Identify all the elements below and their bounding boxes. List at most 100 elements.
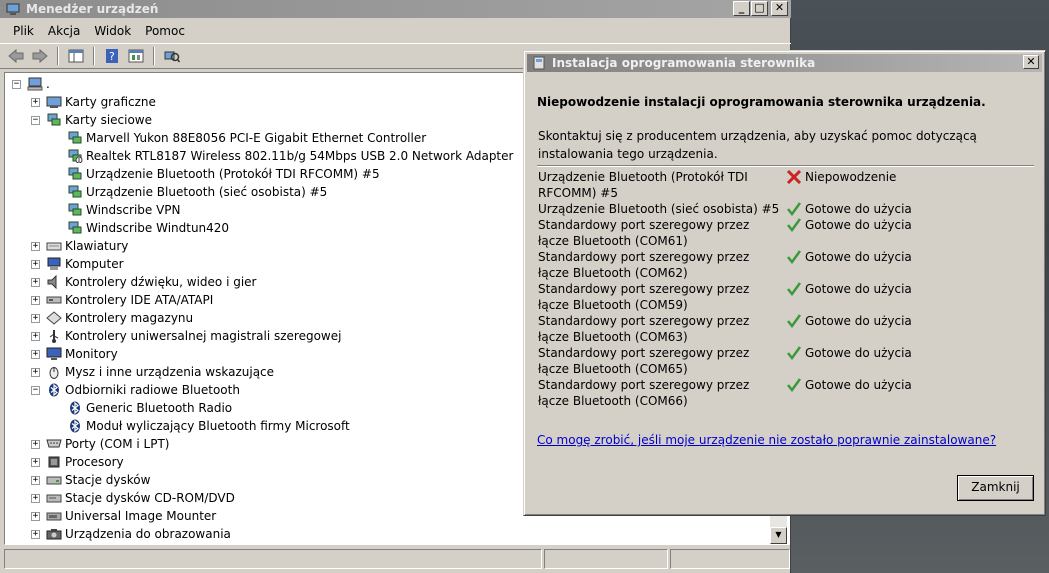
close-dialog-button[interactable]: Zamknij <box>957 475 1034 501</box>
tree-category[interactable]: − Odbiorniki radiowe Bluetooth <box>31 381 240 399</box>
result-status: Gotowe do użycia <box>785 201 912 217</box>
window-title: Menedżer urządzeń <box>26 2 159 16</box>
bluetooth-icon <box>67 400 83 416</box>
expand-toggle[interactable]: + <box>31 313 40 323</box>
expand-toggle[interactable]: + <box>31 349 40 359</box>
expand-toggle[interactable]: + <box>31 277 40 287</box>
expand-toggle[interactable]: + <box>31 97 40 107</box>
help-icon[interactable]: ? <box>102 47 122 65</box>
tree-label: Realtek RTL8187 Wireless 802.11b/g 54Mbp… <box>86 149 514 163</box>
menu-help[interactable]: Pomoc <box>138 24 192 38</box>
result-status: Gotowe do użycia <box>785 345 912 361</box>
dialog-close-button[interactable]: ✕ <box>1023 55 1039 69</box>
port-icon <box>46 436 62 452</box>
menu-action[interactable]: Akcja <box>41 24 87 38</box>
result-status-label: Gotowe do użycia <box>805 378 912 392</box>
tree-label: Komputer <box>65 257 124 271</box>
collapse-toggle[interactable]: − <box>31 115 40 125</box>
dvd-drive-icon <box>46 490 62 506</box>
menu-file[interactable]: Plik <box>6 24 41 38</box>
result-device-name: Standardowy port szeregowy przez łącze B… <box>538 346 750 376</box>
expand-toggle[interactable]: + <box>31 475 40 485</box>
expand-toggle[interactable]: + <box>31 511 40 521</box>
tree-category[interactable]: − Karty sieciowe <box>31 111 152 129</box>
tree-category[interactable]: + Urządzenia do obrazowania <box>31 525 231 543</box>
maximize-button[interactable]: □ <box>751 1 768 16</box>
close-button[interactable]: ✕ <box>771 1 788 16</box>
expand-toggle[interactable]: + <box>31 259 40 269</box>
tree-label: Kontrolery dźwięku, wideo i gier <box>65 275 257 289</box>
tree-category[interactable]: + Klawiatury <box>31 237 128 255</box>
tree-category[interactable]: + Kontrolery uniwersalnej magistrali szer… <box>31 327 341 345</box>
tree-root[interactable]: − . <box>12 75 50 93</box>
scroll-down-arrow-icon[interactable]: ▼ <box>770 527 787 544</box>
dialog-titlebar[interactable]: Instalacja oprogramowania sterownika ✕ <box>527 54 1042 72</box>
tree-label: Stacje dysków CD-ROM/DVD <box>65 491 235 505</box>
tree-label: Klawiatury <box>65 239 129 253</box>
tree-category[interactable]: + Stacje dysków CD-ROM/DVD <box>31 489 235 507</box>
tree-device[interactable]: Moduł wyliczający Bluetooth firmy Micros… <box>67 417 350 435</box>
checkmark-icon <box>785 313 803 329</box>
status-bar <box>4 549 790 571</box>
driver-install-dialog: Instalacja oprogramowania sterownika ✕ N… <box>523 50 1046 516</box>
expand-toggle[interactable]: + <box>31 367 40 377</box>
expand-toggle[interactable]: + <box>31 331 40 341</box>
expand-toggle[interactable]: + <box>31 493 40 503</box>
tree-label: Marvell Yukon 88E8056 PCI-E Gigabit Ethe… <box>86 131 427 145</box>
scan-hardware-icon[interactable] <box>162 47 182 65</box>
result-device-name: Standardowy port szeregowy przez łącze B… <box>538 314 750 344</box>
tree-device[interactable]: Realtek RTL8187 Wireless 802.11b/g 54Mbp… <box>67 147 513 165</box>
tree-category[interactable]: + Kontrolery dźwięku, wideo i gier <box>31 273 256 291</box>
tree-category[interactable]: + Stacje dysków <box>31 471 150 489</box>
tree-device[interactable]: Marvell Yukon 88E8056 PCI-E Gigabit Ethe… <box>67 129 426 147</box>
minimize-button[interactable]: _ <box>733 1 750 16</box>
forward-arrow-icon[interactable] <box>30 47 50 65</box>
tree-device[interactable]: Urządzenie Bluetooth (sieć osobista) #5 <box>67 183 327 201</box>
tree-category[interactable]: + Mysz i inne urządzenia wskazujące <box>31 363 274 381</box>
tree-category[interactable]: + Monitory <box>31 345 118 363</box>
tree-category[interactable]: + Komputer <box>31 255 124 273</box>
bluetooth-icon <box>67 418 83 434</box>
checkmark-icon <box>785 249 803 265</box>
properties-icon[interactable] <box>126 47 146 65</box>
tree-label: Windscribe Windtun420 <box>86 221 230 235</box>
status-cell <box>670 549 790 569</box>
processor-icon <box>46 454 62 470</box>
tree-device[interactable]: Generic Bluetooth Radio <box>67 399 232 417</box>
network-adapter-icon <box>67 184 83 200</box>
console-tree-icon[interactable] <box>66 47 86 65</box>
collapse-toggle[interactable]: − <box>12 79 21 89</box>
result-status-label: Gotowe do użycia <box>805 314 912 328</box>
keyboard-icon <box>46 238 62 254</box>
dialog-title: Instalacja oprogramowania sterownika <box>552 56 816 70</box>
tree-category[interactable]: + Karty graficzne <box>31 93 156 111</box>
device-manager-titlebar[interactable]: Menedżer urządzeń _ □ ✕ <box>0 0 791 18</box>
tree-category[interactable]: + Universal Image Mounter <box>31 507 216 525</box>
expand-toggle[interactable]: + <box>31 529 40 539</box>
tree-category[interactable]: + Kontrolery IDE ATA/ATAPI <box>31 291 213 309</box>
tree-label: Procesory <box>65 455 124 469</box>
tree-device[interactable]: Windscribe Windtun420 <box>67 219 229 237</box>
computer-icon <box>6 3 20 15</box>
disk-drive-icon <box>46 472 62 488</box>
tree-label: Odbiorniki radiowe Bluetooth <box>65 383 240 397</box>
status-cell <box>544 549 668 569</box>
collapse-toggle[interactable]: − <box>31 385 40 395</box>
tree-category[interactable]: + Kontrolery magazynu <box>31 309 193 327</box>
menu-view[interactable]: Widok <box>87 24 138 38</box>
tree-label: Porty (COM i LPT) <box>65 437 170 451</box>
mouse-icon <box>46 364 62 380</box>
checkmark-icon <box>785 217 803 233</box>
expand-toggle[interactable]: + <box>31 439 40 449</box>
tree-category[interactable]: + Procesory <box>31 453 124 471</box>
tree-device[interactable]: Urządzenie Bluetooth (Protokół TDI RFCOM… <box>67 165 380 183</box>
expand-toggle[interactable]: + <box>31 457 40 467</box>
tree-label: Stacje dysków <box>65 473 151 487</box>
tree-category[interactable]: + Porty (COM i LPT) <box>31 435 169 453</box>
back-arrow-icon[interactable] <box>6 47 26 65</box>
help-link[interactable]: Co mogę zrobić, jeśli moje urządzenie ni… <box>537 433 996 447</box>
tree-device[interactable]: Windscribe VPN <box>67 201 181 219</box>
expand-toggle[interactable]: + <box>31 295 40 305</box>
result-status-label: Gotowe do użycia <box>805 282 912 296</box>
expand-toggle[interactable]: + <box>31 241 40 251</box>
